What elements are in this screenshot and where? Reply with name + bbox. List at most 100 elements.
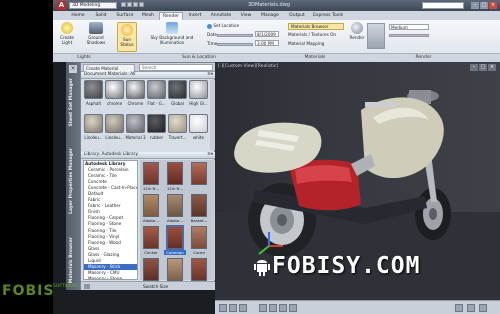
material-swatch-label: Material 3	[125, 135, 146, 140]
close-icon[interactable]: ×	[488, 64, 496, 71]
render-preset-dropdown[interactable]: Medium	[389, 24, 429, 30]
quick-access-toolbar	[121, 2, 151, 9]
pan-icon[interactable]	[259, 304, 267, 312]
library-material-label: Common	[164, 250, 186, 255]
material-swatch[interactable]	[168, 114, 187, 133]
maximize-icon[interactable]: □	[479, 64, 487, 71]
tab-surface[interactable]: Surface	[113, 12, 137, 20]
date-slider[interactable]	[217, 34, 253, 37]
material-swatch[interactable]	[147, 80, 166, 99]
date-field[interactable]: 8/1/2009	[255, 31, 279, 37]
autocad-logo-icon[interactable]: A	[57, 1, 66, 10]
new-icon[interactable]	[121, 2, 126, 7]
material-swatch[interactable]	[105, 114, 124, 133]
tab-view[interactable]: View	[237, 12, 255, 20]
ground-shadows-button[interactable]: Ground Shadows	[81, 22, 111, 45]
materials-textures-on-button[interactable]: Materials / Textures On	[288, 32, 336, 39]
library-material-swatch[interactable]	[166, 225, 184, 250]
library-material-swatch[interactable]	[191, 194, 207, 217]
library-icon[interactable]	[84, 284, 90, 289]
clean-screen-icon[interactable]	[479, 304, 487, 312]
library-material-swatch[interactable]	[167, 194, 183, 217]
layout-icon[interactable]	[229, 304, 237, 312]
library-material-label: Adobe...	[142, 218, 160, 223]
library-header[interactable]: Library: Autodesk Library ≡▾	[81, 152, 216, 159]
minimize-icon[interactable]: –	[470, 64, 478, 71]
command-line[interactable]	[215, 290, 500, 300]
library-material-swatch[interactable]	[167, 162, 183, 185]
save-icon[interactable]	[133, 2, 138, 7]
create-light-button[interactable]: Create Light	[56, 22, 78, 45]
undo-icon[interactable]	[139, 2, 144, 7]
render-label: Render	[349, 35, 365, 40]
library-material-swatch[interactable]	[167, 258, 183, 281]
orbit-icon[interactable]	[279, 304, 287, 312]
material-mapping-button[interactable]: Material Mapping	[288, 41, 324, 48]
set-location-button[interactable]: Set Location	[207, 23, 239, 30]
sort-icon[interactable]: ≡▾	[207, 72, 213, 78]
material-swatch[interactable]	[189, 80, 208, 99]
material-swatch[interactable]	[84, 80, 103, 99]
sun-status-button[interactable]: Sun Status	[117, 22, 137, 52]
sheet-set-manager-label[interactable]: Sheet Set Manager	[69, 78, 74, 127]
title-bar: A 3D Modeling 3DMaterials.dwg – □ ×	[53, 0, 500, 11]
library-material-swatch[interactable]	[143, 226, 159, 249]
tab-insert[interactable]: Insert	[185, 12, 205, 20]
tree-item[interactable]: Masonry - Stone	[84, 276, 137, 279]
panel-title-materials[interactable]: Materials	[283, 53, 347, 62]
sky-background-button[interactable]: Sky Background and Illumination	[139, 22, 205, 45]
document-materials-header[interactable]: Document Materials: All ≡▾	[81, 72, 216, 79]
minimize-icon[interactable]: –	[471, 2, 479, 9]
tab-manage[interactable]: Manage	[257, 12, 283, 20]
help-search-input[interactable]	[422, 2, 464, 9]
layout-icon[interactable]	[239, 304, 247, 312]
workspace-icon[interactable]	[455, 304, 463, 312]
materials-browser-button[interactable]: Materials Browser	[288, 23, 344, 30]
model-icon[interactable]	[219, 304, 227, 312]
library-material-swatch[interactable]	[143, 258, 159, 281]
steering-wheel-icon[interactable]	[289, 304, 297, 312]
tab-home[interactable]: Home	[67, 12, 89, 20]
close-icon[interactable]: ×	[69, 65, 77, 73]
lock-icon[interactable]	[467, 304, 475, 312]
library-material-swatch[interactable]	[143, 194, 159, 217]
viewport-label[interactable]: [-][Custom View][Realistic]	[218, 64, 278, 69]
maximize-icon[interactable]: □	[480, 2, 488, 9]
material-swatch[interactable]	[84, 114, 103, 133]
android-icon	[254, 260, 270, 276]
material-swatch[interactable]	[189, 114, 208, 133]
material-swatch[interactable]	[126, 114, 145, 133]
tab-mesh[interactable]: Mesh	[139, 12, 157, 20]
material-swatch[interactable]	[168, 80, 187, 99]
tab-output[interactable]: Output	[285, 12, 309, 20]
render-button[interactable]: Render	[349, 22, 365, 40]
library-material-swatch[interactable]	[143, 162, 159, 185]
swatch-size-label[interactable]: Swatch Size	[143, 283, 168, 290]
materials-browser-palette: Create Material Search Document Material…	[80, 62, 216, 290]
open-icon[interactable]	[127, 2, 132, 7]
materials-browser-strip-label[interactable]: Materials Browser	[69, 237, 74, 283]
close-icon[interactable]: ×	[489, 2, 497, 9]
tab-solid[interactable]: Solid	[91, 12, 111, 20]
library-material-swatch[interactable]	[191, 258, 207, 281]
palette-title-strip[interactable]: × Sheet Set Manager Layer Properties Man…	[66, 62, 80, 290]
tab-render[interactable]: Render	[159, 12, 183, 20]
panel-title-sun-location[interactable]: Sun & Location	[115, 53, 283, 62]
tab-express-tools[interactable]: Express Tools	[311, 12, 345, 20]
render-quality-slider[interactable]	[389, 34, 429, 37]
sort-icon[interactable]: ≡▾	[207, 152, 213, 158]
tab-annotate[interactable]: Annotate	[207, 12, 235, 20]
workspace-dropdown[interactable]: 3D Modeling	[69, 2, 117, 9]
search-input[interactable]: Search	[139, 64, 213, 71]
material-swatch[interactable]	[147, 114, 166, 133]
time-field[interactable]: 3:00 PM	[255, 40, 279, 46]
panel-title-render[interactable]: Render	[347, 53, 500, 62]
zoom-icon[interactable]	[269, 304, 277, 312]
layer-properties-manager-label[interactable]: Layer Properties Manager	[69, 148, 74, 214]
material-swatch[interactable]	[105, 80, 124, 99]
library-material-swatch[interactable]	[191, 226, 207, 249]
material-swatch[interactable]	[126, 80, 145, 99]
panel-title-lights[interactable]: Lights	[53, 53, 115, 62]
library-material-swatch[interactable]	[191, 162, 207, 185]
time-slider[interactable]	[217, 43, 253, 46]
